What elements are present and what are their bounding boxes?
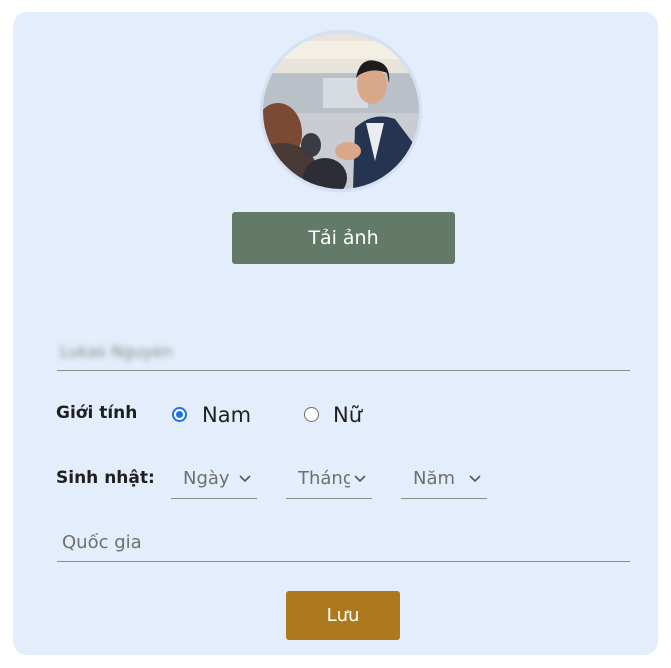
country-field[interactable] [57,525,630,562]
month-select[interactable]: Tháng [286,461,372,499]
day-select-value: Ngày [183,468,230,489]
save-button[interactable]: Lưu [286,591,400,640]
gender-female-label[interactable]: Nữ [333,403,362,427]
gender-female-radio[interactable] [304,407,319,422]
country-input[interactable] [62,530,622,554]
upload-photo-button[interactable]: Tải ảnh [232,212,455,264]
name-input[interactable] [60,338,360,364]
gender-label: Giới tính [56,403,138,423]
avatar-photo [263,33,419,189]
year-select[interactable]: Năm [401,461,487,499]
gender-male-label[interactable]: Nam [202,403,251,427]
day-select[interactable]: Ngày [171,461,257,499]
chevron-down-icon [239,475,251,483]
name-field[interactable] [57,332,630,371]
year-select-value: Năm [413,468,456,489]
month-select-value: Tháng [298,468,350,489]
gender-male-radio[interactable] [172,407,187,422]
birthday-label: Sinh nhật: [56,468,155,488]
avatar [263,33,419,189]
chevron-down-icon [354,475,366,483]
chevron-down-icon [469,475,481,483]
